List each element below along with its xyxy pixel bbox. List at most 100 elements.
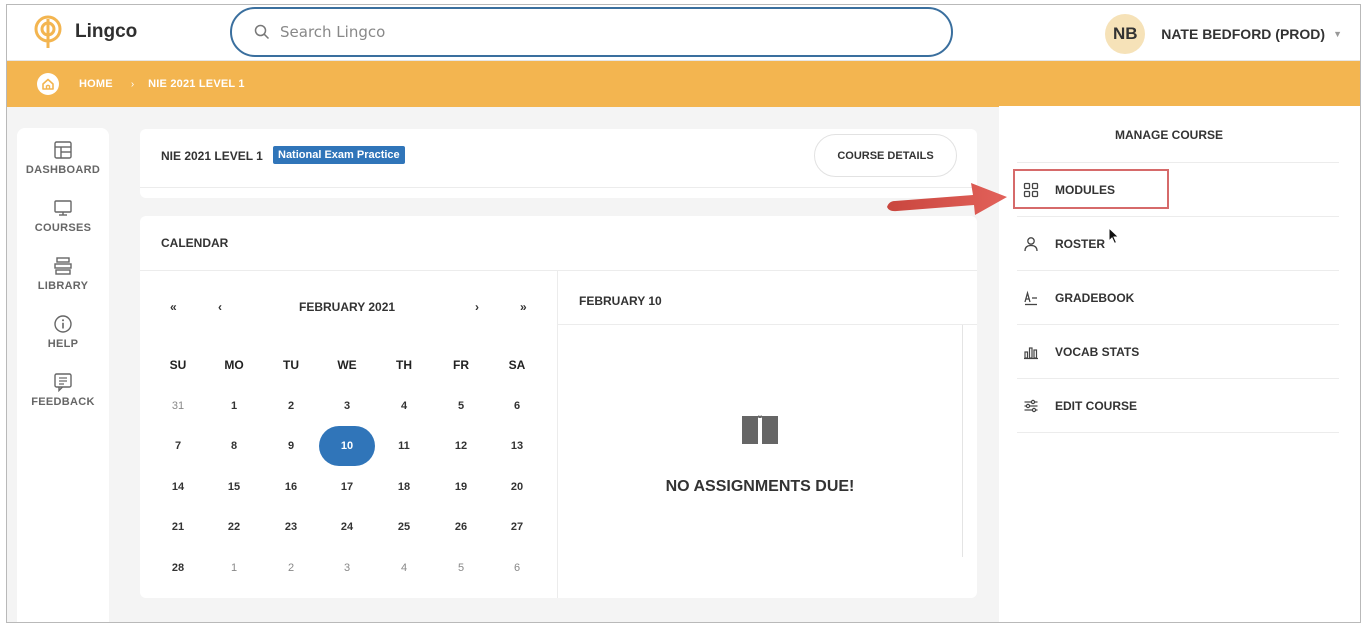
sidebar-item-label: LIBRARY bbox=[37, 280, 89, 292]
breadcrumb: HOME › NIE 2021 LEVEL 1 bbox=[7, 61, 1360, 107]
calendar-day[interactable]: 11 bbox=[384, 434, 424, 458]
divider bbox=[1017, 432, 1339, 433]
calendar-day[interactable]: 12 bbox=[441, 434, 481, 458]
calendar-day[interactable]: 5 bbox=[441, 556, 481, 580]
calendar-day-selected[interactable]: 10 bbox=[319, 426, 375, 466]
course-title: NIE 2021 LEVEL 1 bbox=[161, 149, 263, 163]
last-month-button[interactable]: » bbox=[520, 300, 527, 314]
no-assignments-message: NO ASSIGNMENTS DUE! bbox=[665, 478, 855, 495]
app-name: Lingco bbox=[75, 21, 138, 42]
manage-item-edit-course[interactable]: EDIT COURSE bbox=[1017, 378, 1339, 432]
manage-item-modules[interactable]: MODULES bbox=[1013, 162, 1339, 216]
dashboard-icon bbox=[54, 141, 72, 159]
sidebar-item-dashboard[interactable]: DASHBOARD bbox=[17, 128, 109, 186]
divider bbox=[140, 270, 977, 271]
search-icon bbox=[254, 24, 270, 40]
calendar-day[interactable]: 19 bbox=[441, 475, 481, 499]
manage-item-vocab-stats[interactable]: VOCAB STATS bbox=[1017, 324, 1339, 378]
manage-item-label: VOCAB STATS bbox=[1055, 344, 1140, 359]
sidebar-item-help[interactable]: HELP bbox=[17, 302, 109, 360]
manage-course-panel: MANAGE COURSE MODULES ROSTER GRADEBOOK V… bbox=[999, 106, 1360, 622]
manage-item-label: EDIT COURSE bbox=[1055, 398, 1138, 413]
calendar-day[interactable]: 2 bbox=[271, 394, 311, 418]
weekday-label: TU bbox=[283, 358, 299, 372]
weekday-label: FR bbox=[453, 358, 469, 372]
weekday-label: SA bbox=[508, 358, 526, 372]
calendar-day[interactable]: 20 bbox=[497, 475, 537, 499]
calendar-day[interactable]: 23 bbox=[271, 515, 311, 539]
prev-month-button[interactable]: ‹ bbox=[218, 300, 222, 314]
calendar-day[interactable]: 2 bbox=[271, 556, 311, 580]
calendar-day[interactable]: 24 bbox=[327, 515, 367, 539]
calendar-day[interactable]: 31 bbox=[158, 394, 198, 418]
course-badge: National Exam Practice bbox=[273, 146, 405, 164]
feedback-icon bbox=[54, 373, 72, 392]
calendar-day[interactable]: 25 bbox=[384, 515, 424, 539]
first-month-button[interactable]: « bbox=[170, 300, 177, 314]
app-window: Lingco NB NATE BEDFORD (PROD) ▼ HOME › N… bbox=[6, 4, 1361, 623]
calendar-day[interactable]: 21 bbox=[158, 515, 198, 539]
calendar-day[interactable]: 6 bbox=[497, 556, 537, 580]
course-header-card: NIE 2021 LEVEL 1 National Exam Practice … bbox=[140, 129, 977, 198]
sidebar-item-label: DASHBOARD bbox=[25, 164, 101, 176]
calendar-day[interactable]: 1 bbox=[214, 556, 254, 580]
search-input[interactable] bbox=[280, 23, 900, 41]
calendar-day[interactable]: 4 bbox=[384, 394, 424, 418]
calendar-day[interactable]: 28 bbox=[158, 556, 198, 580]
logo[interactable]: Lingco bbox=[33, 15, 137, 49]
lingco-logo-icon bbox=[34, 15, 62, 48]
manage-item-gradebook[interactable]: GRADEBOOK bbox=[1017, 270, 1339, 324]
roster-icon bbox=[1024, 236, 1038, 251]
calendar-day[interactable]: 5 bbox=[441, 394, 481, 418]
sidebar-item-feedback[interactable]: FEEDBACK bbox=[17, 360, 109, 418]
scrollbar[interactable] bbox=[962, 325, 963, 557]
divider bbox=[140, 187, 977, 188]
weekday-label: MO bbox=[224, 358, 244, 372]
book-icon bbox=[742, 415, 778, 444]
weekday-label: TH bbox=[396, 358, 412, 372]
calendar-day[interactable]: 8 bbox=[214, 434, 254, 458]
next-month-button[interactable]: › bbox=[475, 300, 479, 314]
calendar-day[interactable]: 26 bbox=[441, 515, 481, 539]
calendar-title: CALENDAR bbox=[161, 236, 229, 250]
calendar-day[interactable]: 17 bbox=[327, 475, 367, 499]
sidebar: DASHBOARD COURSES LIBRARY HELP FEEDBACK bbox=[17, 128, 109, 622]
course-details-button[interactable]: COURSE DETAILS bbox=[814, 134, 957, 177]
calendar-day[interactable]: 3 bbox=[327, 556, 367, 580]
vocab-stats-icon bbox=[1024, 346, 1038, 359]
divider bbox=[558, 324, 977, 325]
manage-item-label: GRADEBOOK bbox=[1055, 290, 1135, 305]
manage-item-roster[interactable]: ROSTER bbox=[1017, 216, 1339, 270]
sidebar-item-library[interactable]: LIBRARY bbox=[17, 244, 109, 302]
help-icon bbox=[54, 315, 72, 333]
mouse-cursor-icon bbox=[1108, 227, 1120, 245]
calendar-day[interactable]: 7 bbox=[158, 434, 198, 458]
calendar-day[interactable]: 15 bbox=[214, 475, 254, 499]
avatar[interactable]: NB bbox=[1105, 14, 1146, 54]
calendar-day[interactable]: 22 bbox=[214, 515, 254, 539]
calendar-card: CALENDAR « ‹ FEBRUARY 2021 › » SU MO TU WE T… bbox=[140, 216, 977, 598]
calendar-day[interactable]: 3 bbox=[327, 394, 367, 418]
calendar-day[interactable]: 1 bbox=[214, 394, 254, 418]
calendar-day[interactable]: 6 bbox=[497, 394, 537, 418]
calendar-day[interactable]: 18 bbox=[384, 475, 424, 499]
calendar-day[interactable]: 13 bbox=[497, 434, 537, 458]
calendar-day[interactable]: 9 bbox=[271, 434, 311, 458]
search-bar[interactable] bbox=[230, 7, 953, 57]
calendar-day[interactable]: 14 bbox=[158, 475, 198, 499]
chevron-down-icon[interactable]: ▼ bbox=[1333, 29, 1342, 39]
sidebar-item-label: FEEDBACK bbox=[31, 396, 95, 408]
chevron-right-icon: › bbox=[130, 78, 135, 90]
calendar-day[interactable]: 27 bbox=[497, 515, 537, 539]
user-menu[interactable]: NB NATE BEDFORD (PROD) ▼ bbox=[1105, 14, 1342, 54]
breadcrumb-current[interactable]: NIE 2021 LEVEL 1 bbox=[148, 78, 245, 90]
divider bbox=[557, 270, 558, 598]
sidebar-item-courses[interactable]: COURSES bbox=[17, 186, 109, 244]
user-name[interactable]: NATE BEDFORD (PROD) bbox=[1161, 26, 1325, 42]
weekday-label: SU bbox=[169, 358, 187, 372]
calendar-month: FEBRUARY 2021 bbox=[299, 300, 396, 314]
calendar-day[interactable]: 4 bbox=[384, 556, 424, 580]
calendar-day[interactable]: 16 bbox=[271, 475, 311, 499]
home-icon[interactable] bbox=[37, 73, 59, 95]
breadcrumb-home[interactable]: HOME bbox=[79, 78, 113, 90]
